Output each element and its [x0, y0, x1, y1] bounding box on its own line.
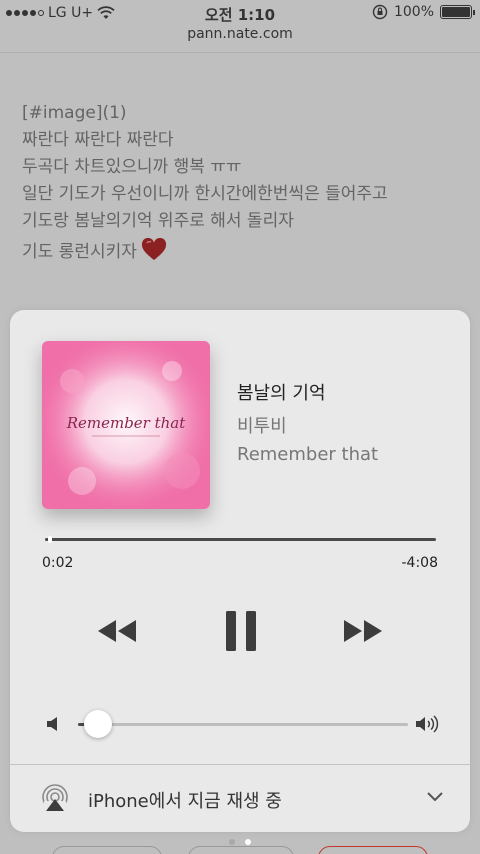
- peek-button-right: [318, 846, 428, 854]
- peek-button-left: [52, 846, 162, 854]
- rewind-button[interactable]: [92, 610, 142, 652]
- page-dot: [229, 839, 235, 845]
- volume-knob[interactable]: [83, 710, 112, 738]
- song-album: Remember that: [237, 444, 379, 465]
- chevron-down-icon[interactable]: [426, 791, 444, 803]
- volume-slider[interactable]: [78, 723, 408, 726]
- elapsed-time: 0:02: [42, 555, 74, 571]
- album-art-title: Remember that: [66, 414, 187, 432]
- pause-button[interactable]: [218, 610, 264, 652]
- volume-low-icon: [47, 717, 57, 731]
- page-dot-active: [245, 839, 251, 845]
- page-indicator[interactable]: [0, 839, 480, 845]
- album-art-image: Remember that: [42, 341, 210, 509]
- playback-scrubber[interactable]: [45, 538, 436, 541]
- peek-button-middle: [188, 846, 294, 854]
- remaining-time: -4:08: [401, 555, 439, 571]
- airplay-icon: [42, 784, 68, 813]
- fast-forward-icon: [344, 620, 382, 642]
- pause-icon: [226, 611, 256, 651]
- album-art[interactable]: Remember that: [42, 341, 210, 509]
- song-artist: 비투비: [237, 416, 287, 437]
- airplay-label: iPhone에서 지금 재생 중: [88, 791, 282, 812]
- volume-high-icon: [416, 715, 439, 733]
- fast-forward-button[interactable]: [338, 610, 388, 652]
- rewind-icon: [98, 620, 136, 642]
- song-title: 봄날의 기억: [237, 383, 326, 404]
- airplay-selector[interactable]: iPhone에서 지금 재생 중: [10, 765, 470, 832]
- scrubber-knob[interactable]: [48, 536, 53, 543]
- now-playing-panel: Remember that 봄날의 기억 비투비 Remember that 0…: [10, 310, 470, 832]
